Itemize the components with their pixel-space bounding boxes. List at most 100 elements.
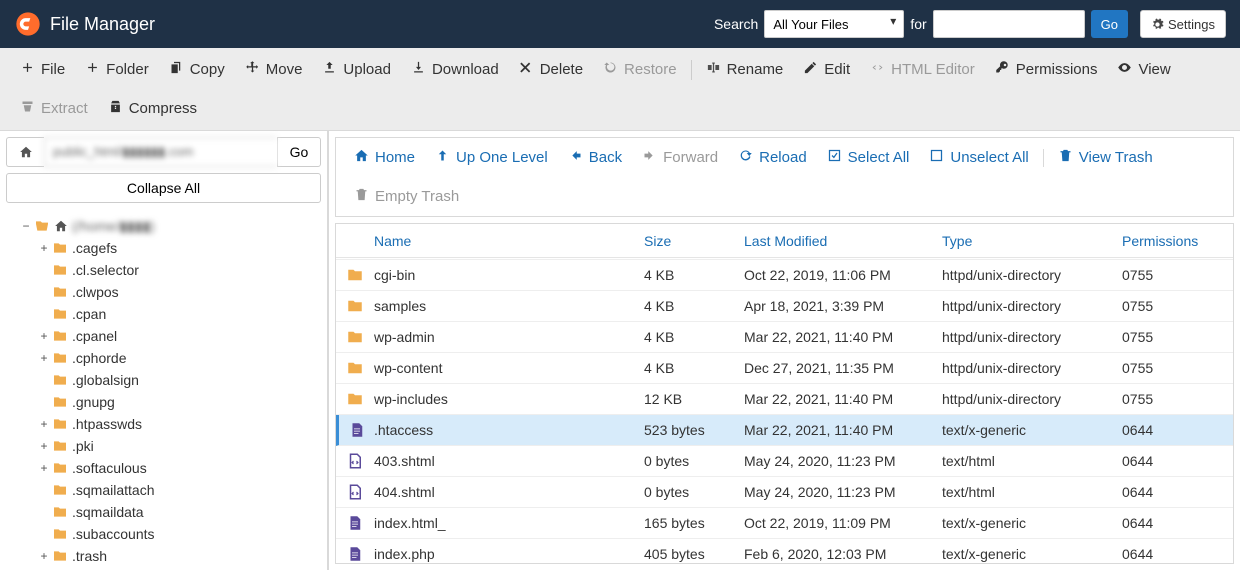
tree-node[interactable]: .gnupg xyxy=(2,391,325,413)
search-go-button[interactable]: Go xyxy=(1091,10,1128,38)
column-name[interactable]: Name xyxy=(374,233,644,249)
cell-name: cgi-bin xyxy=(374,267,644,283)
tree-node[interactable]: +.cphorde xyxy=(2,347,325,369)
main-toolbar: File Folder CopyMoveUpload Download Delete Re… xyxy=(0,48,1240,131)
toolbar-label: Folder xyxy=(106,61,149,78)
tree-node[interactable]: .cpan xyxy=(2,303,325,325)
action-label: Unselect All xyxy=(950,149,1028,166)
file-code-icon xyxy=(346,452,364,470)
table-row[interactable]: cgi-bin4 KBOct 22, 2019, 11:06 PMhttpd/u… xyxy=(336,260,1233,291)
cell-type: text/x-generic xyxy=(942,422,1122,438)
search-input[interactable] xyxy=(933,10,1085,38)
home-icon xyxy=(54,219,68,233)
up-icon xyxy=(435,148,450,167)
path-input[interactable] xyxy=(44,137,277,167)
html-icon xyxy=(870,60,885,79)
reload-icon xyxy=(738,148,753,167)
toolbar-label: Edit xyxy=(824,61,850,78)
cell-modified: Dec 27, 2021, 11:35 PM xyxy=(744,360,942,376)
tree-node[interactable]: + .htpasswds xyxy=(2,413,325,435)
tree-toggle-icon[interactable]: + xyxy=(38,549,50,563)
select-all-button[interactable]: Select All xyxy=(817,144,920,171)
new-folder-button[interactable]: Folder xyxy=(75,54,159,85)
permissions-button[interactable]: Permissions xyxy=(985,54,1108,85)
tree-node[interactable]: .sqmaildata xyxy=(2,501,325,523)
column-modified[interactable]: Last Modified xyxy=(744,233,942,249)
rename-button[interactable]: Rename xyxy=(696,54,794,85)
tree-toggle-icon[interactable]: + xyxy=(38,417,50,431)
delete-button[interactable]: Delete xyxy=(509,54,593,85)
table-row[interactable]: wp-admin4 KBMar 22, 2021, 11:40 PMhttpd/… xyxy=(336,322,1233,353)
edit-button[interactable]: Edit xyxy=(793,54,860,85)
tree-node[interactable]: +.cagefs xyxy=(2,237,325,259)
tree-node[interactable]: +.trash xyxy=(2,545,325,567)
tree-node-label: .htpasswds xyxy=(72,416,142,432)
tree-node[interactable]: .cl.selector xyxy=(2,259,325,281)
path-go-button[interactable]: Go xyxy=(277,137,321,167)
table-row[interactable]: index.php405 bytesFeb 6, 2020, 12:03 PMt… xyxy=(336,539,1233,563)
for-label: for xyxy=(910,16,926,32)
view-button[interactable]: View xyxy=(1107,54,1180,85)
tree-node[interactable]: + .softaculous xyxy=(2,457,325,479)
emptytrash-icon xyxy=(354,187,369,206)
new-file-button[interactable]: File xyxy=(10,54,75,85)
cell-type: text/html xyxy=(942,484,1122,500)
up-level-button[interactable]: Up One Level xyxy=(425,144,558,171)
tree-toggle-icon[interactable]: − xyxy=(20,219,32,233)
tree-node[interactable]: +.pki xyxy=(2,435,325,457)
unselect-all-button[interactable]: Unselect All xyxy=(919,144,1038,171)
folder-tree: −(/home/▮▮▮▮)+.cagefs.cl.selector.clwpos… xyxy=(0,209,327,570)
download-button[interactable]: Download xyxy=(401,54,509,85)
tree-toggle-icon[interactable]: + xyxy=(38,439,50,453)
cell-size: 4 KB xyxy=(644,360,744,376)
upload-button[interactable]: Upload xyxy=(312,54,401,85)
gear-icon xyxy=(1151,18,1164,31)
tree-node[interactable]: .clwpos xyxy=(2,281,325,303)
tree-node-label: .softaculous xyxy=(72,460,147,476)
toolbar-label: View xyxy=(1138,61,1170,78)
move-button[interactable]: Move xyxy=(235,54,313,85)
column-permissions[interactable]: Permissions xyxy=(1122,233,1233,249)
tree-toggle-icon[interactable]: + xyxy=(38,351,50,365)
tree-node[interactable]: .subaccounts xyxy=(2,523,325,545)
tree-node[interactable]: +.cpanel xyxy=(2,325,325,347)
tree-toggle-icon[interactable]: + xyxy=(38,241,50,255)
table-row[interactable]: wp-includes12 KBMar 22, 2021, 11:40 PMht… xyxy=(336,384,1233,415)
cell-permissions: 0755 xyxy=(1122,267,1233,283)
toolbar-label: Download xyxy=(432,61,499,78)
tree-node-label: .subaccounts xyxy=(72,526,155,542)
tree-toggle-icon[interactable]: + xyxy=(38,461,50,475)
plus-icon xyxy=(85,60,100,79)
table-row[interactable]: 404.shtml0 bytesMay 24, 2020, 11:23 PMte… xyxy=(336,477,1233,508)
table-row[interactable]: .htaccess523 bytesMar 22, 2021, 11:40 PM… xyxy=(336,415,1233,446)
table-row[interactable]: samples4 KBApr 18, 2021, 3:39 PMhttpd/un… xyxy=(336,291,1233,322)
folder-icon xyxy=(52,416,68,432)
home-button[interactable]: Home xyxy=(344,144,425,171)
back-icon xyxy=(568,148,583,167)
table-row[interactable]: wp-content4 KBDec 27, 2021, 11:35 PMhttp… xyxy=(336,353,1233,384)
cell-size: 523 bytes xyxy=(644,422,744,438)
back-button[interactable]: Back xyxy=(558,144,632,171)
cell-permissions: 0755 xyxy=(1122,391,1233,407)
copy-button[interactable]: Copy xyxy=(159,54,235,85)
tree-node[interactable]: .globalsign xyxy=(2,369,325,391)
table-row[interactable]: 403.shtml0 bytesMay 24, 2020, 11:23 PMte… xyxy=(336,446,1233,477)
tree-root[interactable]: −(/home/▮▮▮▮) xyxy=(2,215,325,237)
tree-node-label: .cpan xyxy=(72,306,106,322)
tree-toggle-icon[interactable]: + xyxy=(38,329,50,343)
cell-permissions: 0644 xyxy=(1122,546,1233,562)
app-logo: File Manager xyxy=(14,10,155,38)
settings-button[interactable]: Settings xyxy=(1140,10,1226,38)
tree-node[interactable]: .sqmailattach xyxy=(2,479,325,501)
search-scope-select[interactable]: All Your Files xyxy=(764,10,904,38)
compress-button[interactable]: Compress xyxy=(98,93,207,124)
column-size[interactable]: Size xyxy=(644,233,744,249)
view-trash-button[interactable]: View Trash xyxy=(1048,144,1163,171)
table-row[interactable]: index.html_165 bytesOct 22, 2019, 11:09 … xyxy=(336,508,1233,539)
column-type[interactable]: Type xyxy=(942,233,1122,249)
path-home-button[interactable] xyxy=(6,137,44,167)
reload-button[interactable]: Reload xyxy=(728,144,817,171)
collapse-all-button[interactable]: Collapse All xyxy=(6,173,321,203)
rename-icon xyxy=(706,60,721,79)
file-code-icon xyxy=(346,483,364,501)
